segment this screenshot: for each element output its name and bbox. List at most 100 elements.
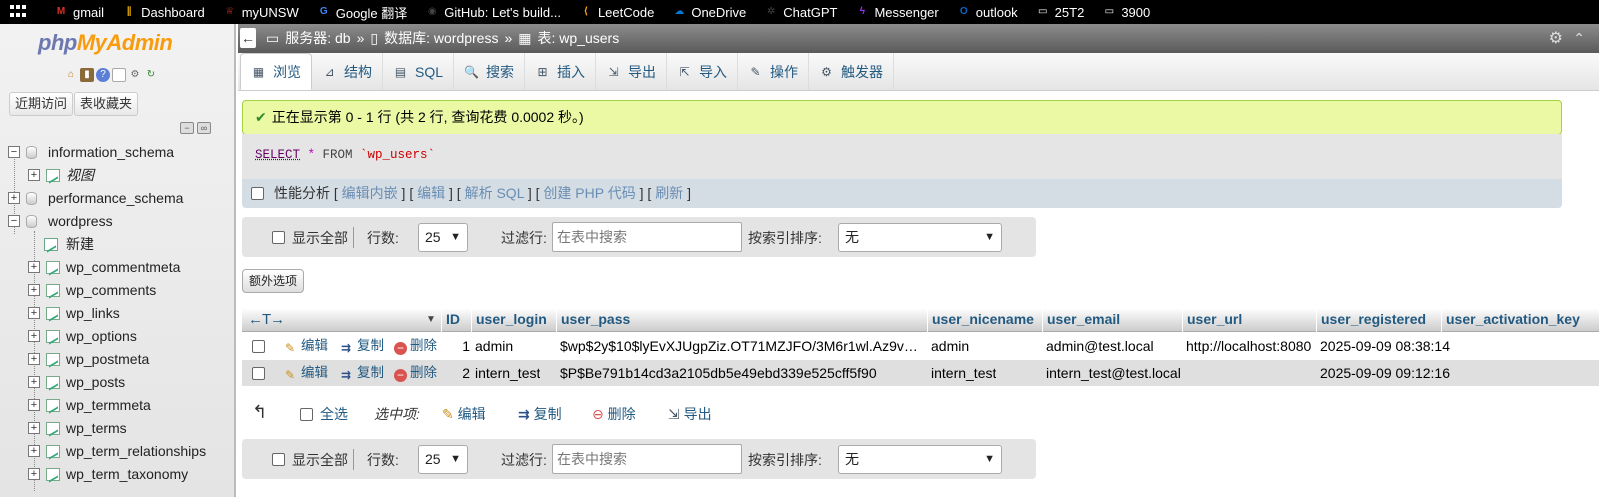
row-copy-button[interactable]: ⇉ 复制 xyxy=(338,360,384,386)
tab-export[interactable]: ⇲ 导出 xyxy=(596,53,668,90)
bookmark-gmail[interactable]: Mgmail xyxy=(54,5,104,20)
cell-user-registered[interactable]: 2025-09-09 08:38:14 xyxy=(1320,333,1450,359)
logout-icon[interactable]: ▮ xyxy=(80,68,94,82)
reload-icon[interactable]: ↻ xyxy=(144,68,158,82)
expand-icon[interactable]: + xyxy=(28,468,40,480)
filter-input[interactable]: 在表中搜索 xyxy=(552,222,742,252)
row-delete-button[interactable]: − 删除 xyxy=(394,360,437,386)
expand-icon[interactable]: + xyxy=(28,353,40,365)
tab-trigger[interactable]: ⚙ 触发器 xyxy=(809,53,895,90)
sql-keyword-select[interactable]: SELECT xyxy=(255,148,300,162)
column-header-user-url[interactable]: user_url xyxy=(1182,308,1242,332)
tree-item-view[interactable]: + 视图 xyxy=(8,164,234,187)
bookmark-dashboard[interactable]: ∥ Dashboard xyxy=(122,5,205,20)
tree-item-table[interactable]: + wp_options xyxy=(8,325,234,348)
profiling-checkbox[interactable] xyxy=(251,187,264,200)
bookmark-folder[interactable]: ▭ 25T2 xyxy=(1036,5,1084,20)
sql-link[interactable]: 刷新 xyxy=(655,185,683,201)
tree-item-db[interactable]: + performance_schema xyxy=(8,187,234,210)
home-icon[interactable]: ⌂ xyxy=(64,68,78,82)
cell-id[interactable]: 1 xyxy=(442,333,470,359)
select-all-checkbox[interactable] xyxy=(300,408,313,421)
tree-item-table[interactable]: + wp_term_relationships xyxy=(8,440,234,463)
back-arrow-icon[interactable]: ← xyxy=(240,28,256,48)
cell-user-email[interactable]: admin@test.local xyxy=(1046,333,1154,359)
breadcrumb-table[interactable]: 表: wp_users xyxy=(538,24,620,53)
bookmark-folder[interactable]: ▭ 3900 xyxy=(1102,5,1151,20)
breadcrumb-database[interactable]: 数据库: wordpress xyxy=(384,24,498,53)
tree-item-table[interactable]: + wp_postmeta xyxy=(8,348,234,371)
bookmark-messenger[interactable]: ϟ Messenger xyxy=(855,5,939,20)
show-all-checkbox[interactable] xyxy=(272,453,285,466)
cell-user-email[interactable]: intern_test@test.local xyxy=(1046,360,1181,386)
cell-user-url[interactable]: http://localhost:8080 xyxy=(1186,333,1311,359)
row-edit-button[interactable]: ✎ 编辑 xyxy=(282,333,328,359)
collapse-icon[interactable]: − xyxy=(8,146,20,158)
cell-user-login[interactable]: admin xyxy=(475,333,513,359)
column-header-user-login[interactable]: user_login xyxy=(471,308,547,332)
expand-icon[interactable]: + xyxy=(28,376,40,388)
bookmark-outlook[interactable]: Ooutlook xyxy=(957,5,1018,20)
sort-select[interactable]: 无 ▼ xyxy=(838,445,1002,474)
sql-link[interactable]: 解析 SQL xyxy=(465,185,524,201)
tree-item-table[interactable]: + wp_comments xyxy=(8,279,234,302)
bookmark-leetcode[interactable]: ⟨ LeetCode xyxy=(579,5,655,20)
tab-search[interactable]: 🔍 搜索 xyxy=(454,53,526,90)
help-icon[interactable]: ? xyxy=(96,68,110,82)
expand-icon[interactable]: + xyxy=(28,445,40,457)
tab-wrench[interactable]: ✎ 操作 xyxy=(738,53,810,90)
tab-sql[interactable]: ▤ SQL xyxy=(383,53,455,90)
sort-toggle-icon[interactable]: ▼ xyxy=(422,308,436,332)
cell-user-pass[interactable]: $wp$2y$10$lyEvXJUgpZiz.OT71MZJFO/3M6r1wl… xyxy=(560,333,922,359)
column-header-user-email[interactable]: user_email xyxy=(1042,308,1120,332)
tree-item-table[interactable]: + wp_posts xyxy=(8,371,234,394)
cell-user-login[interactable]: intern_test xyxy=(475,360,540,386)
expand-icon[interactable]: + xyxy=(28,422,40,434)
row-checkbox[interactable] xyxy=(252,340,265,353)
filter-input[interactable]: 在表中搜索 xyxy=(552,444,742,474)
bookmark-github[interactable]: ◉ GitHub: Let's build... xyxy=(425,5,561,20)
phpmyadmin-logo[interactable]: phpMyAdmin xyxy=(38,30,173,56)
bulk-edit-button[interactable]: ✎ 编辑 xyxy=(442,402,486,426)
sql-link[interactable]: 编辑 xyxy=(417,185,445,201)
collapse-icon[interactable]: − xyxy=(8,215,20,227)
tree-item-db[interactable]: − information_schema xyxy=(8,141,234,164)
tree-item-table[interactable]: + wp_commentmeta xyxy=(8,256,234,279)
bulk-copy-button[interactable]: ⇉ 复制 xyxy=(518,402,562,426)
tree-item-table[interactable]: + wp_links xyxy=(8,302,234,325)
expand-icon[interactable]: + xyxy=(28,307,40,319)
row-delete-button[interactable]: − 删除 xyxy=(394,333,437,359)
collapse-top-icon[interactable]: ⌃ xyxy=(1573,24,1585,53)
tree-item-table[interactable]: + wp_term_taxonomy xyxy=(8,463,234,486)
select-all-label[interactable]: 全选 xyxy=(320,402,348,426)
expand-icon[interactable]: + xyxy=(8,192,20,204)
cell-user-pass[interactable]: $P$Be791b14cd3a2105db5e49ebd339e525cff5f… xyxy=(560,360,922,386)
column-header-user-activation-key[interactable]: user_activation_key xyxy=(1441,308,1580,332)
bulk-export-button[interactable]: ⇲ 导出 xyxy=(668,402,712,426)
rows-select[interactable]: 25 ▼ xyxy=(418,445,468,474)
expand-icon[interactable]: + xyxy=(28,169,40,181)
tab-browse[interactable]: ▦ 浏览 xyxy=(240,53,312,90)
tab-structure[interactable]: ⊿ 结构 xyxy=(312,53,383,90)
bookmark-onedrive[interactable]: ☁ OneDrive xyxy=(672,5,746,20)
row-checkbox[interactable] xyxy=(252,367,265,380)
bookmark-chatgpt[interactable]: ✲ ChatGPT xyxy=(764,5,837,20)
breadcrumb-server[interactable]: 服务器: db xyxy=(285,24,350,53)
settings-gear-icon[interactable]: ⚙ xyxy=(128,68,142,82)
expand-icon[interactable]: + xyxy=(28,284,40,296)
bookmark-translate[interactable]: G Google 翻译 xyxy=(317,3,407,22)
collapse-all-icon[interactable]: − xyxy=(180,122,194,134)
tree-item-table[interactable]: + wp_terms xyxy=(8,417,234,440)
cell-user-nicename[interactable]: intern_test xyxy=(931,360,996,386)
tree-item-db[interactable]: − wordpress xyxy=(8,210,234,233)
sql-link[interactable]: 创建 PHP 代码 xyxy=(543,185,635,201)
column-header-user-pass[interactable]: user_pass xyxy=(556,308,630,332)
show-all-checkbox[interactable] xyxy=(272,231,285,244)
favorites-button[interactable]: 表收藏夹 xyxy=(74,92,139,116)
expand-icon[interactable]: + xyxy=(28,261,40,273)
extra-options-button[interactable]: 额外选项 xyxy=(242,269,305,293)
column-header-user-nicename[interactable]: user_nicename xyxy=(927,308,1034,332)
tab-insert[interactable]: ⊞ 插入 xyxy=(525,53,597,90)
row-edit-button[interactable]: ✎ 编辑 xyxy=(282,360,328,386)
bulk-delete-button[interactable]: ⊖ 删除 xyxy=(592,402,636,426)
